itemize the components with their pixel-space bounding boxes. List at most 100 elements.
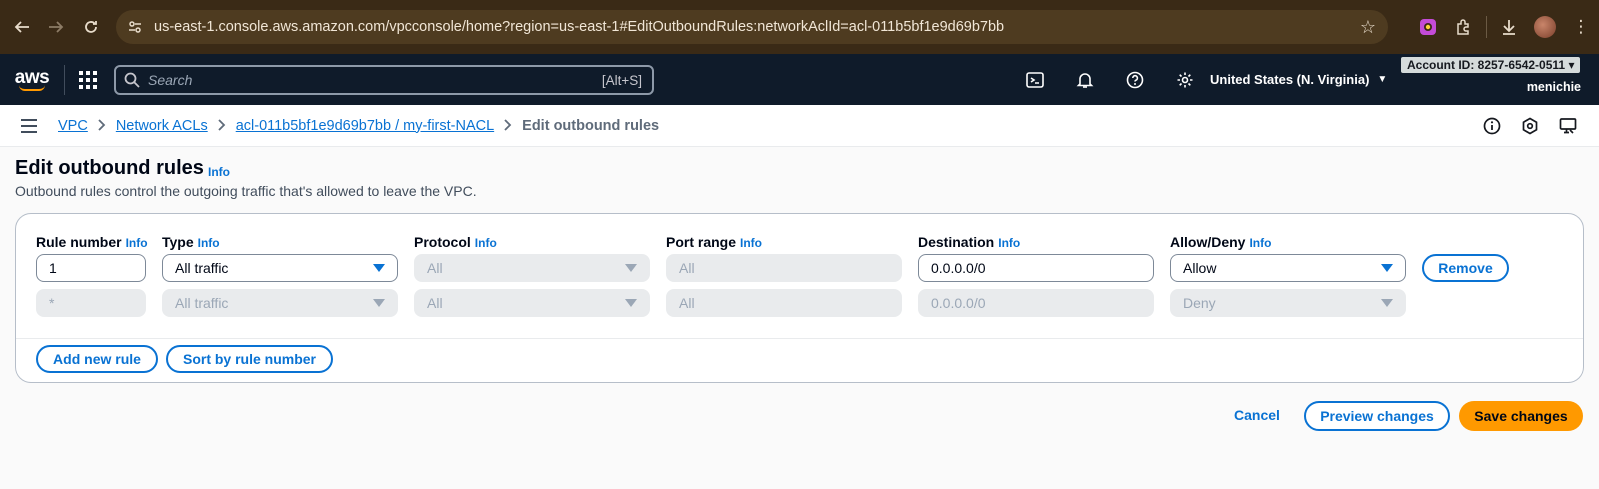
default-destination-input: 0.0.0.0/0 xyxy=(918,289,1154,317)
chevron-right-icon xyxy=(218,118,226,134)
default-type-select: All traffic xyxy=(162,289,398,317)
preview-changes-button[interactable]: Preview changes xyxy=(1304,401,1450,431)
default-allow-deny-value: Deny xyxy=(1183,295,1216,311)
bookmark-star-icon[interactable]: ☆ xyxy=(1348,17,1388,38)
protocol-header: Protocol Info xyxy=(414,234,497,250)
cancel-button[interactable]: Cancel xyxy=(1234,407,1280,423)
type-info-link[interactable]: Info xyxy=(198,236,220,250)
tutorial-panel-icon[interactable] xyxy=(1549,117,1587,135)
user-menu[interactable]: menichie xyxy=(1527,80,1581,94)
port-range-header: Port range Info xyxy=(666,234,762,250)
caret-down-icon xyxy=(625,264,637,272)
search-input[interactable]: Search [Alt+S] xyxy=(114,65,654,95)
allow-deny-select[interactable]: Allow xyxy=(1170,254,1406,282)
chevron-right-icon xyxy=(98,118,106,134)
url-text: us-east-1.console.aws.amazon.com/vpccons… xyxy=(154,19,1005,35)
rule-number-value: 1 xyxy=(49,260,57,276)
caret-down-icon xyxy=(1381,264,1393,272)
chevron-down-icon: ▼ xyxy=(1377,74,1388,85)
add-new-rule-button[interactable]: Add new rule xyxy=(36,345,158,373)
default-allow-deny-select: Deny xyxy=(1170,289,1406,317)
container-divider xyxy=(16,338,1583,339)
search-icon xyxy=(116,72,148,88)
region-selector[interactable]: United States (N. Virginia) ▼ xyxy=(1210,54,1387,105)
settings-gear-icon[interactable] xyxy=(1160,54,1210,105)
toolbar-separator xyxy=(1486,16,1487,38)
default-type-value: All traffic xyxy=(175,295,229,311)
allow-deny-header: Allow/Deny Info xyxy=(1170,234,1271,250)
breadcrumb-vpc[interactable]: VPC xyxy=(58,118,88,134)
destination-info-link[interactable]: Info xyxy=(998,236,1020,250)
download-icon[interactable] xyxy=(1491,10,1527,44)
profile-avatar[interactable] xyxy=(1527,10,1563,44)
rule-number-input[interactable]: 1 xyxy=(36,254,146,282)
protocol-select: All xyxy=(414,254,650,282)
site-settings-icon[interactable] xyxy=(116,19,154,35)
type-select[interactable]: All traffic xyxy=(162,254,398,282)
outbound-rules-container: Rule number Info Type Info Protocol Info Po… xyxy=(15,213,1584,383)
caret-down-icon xyxy=(625,299,637,307)
port-range-label: Port range xyxy=(666,234,737,250)
page-title: Edit outbound rules xyxy=(15,157,204,179)
services-grid-icon[interactable] xyxy=(65,70,111,89)
address-bar[interactable]: us-east-1.console.aws.amazon.com/vpccons… xyxy=(116,10,1388,44)
browser-toolbar: us-east-1.console.aws.amazon.com/vpccons… xyxy=(0,0,1599,54)
search-placeholder: Search xyxy=(148,72,193,88)
extensions-puzzle-icon[interactable] xyxy=(1446,10,1482,44)
destination-input[interactable]: 0.0.0.0/0 xyxy=(918,254,1154,282)
save-changes-button[interactable]: Save changes xyxy=(1459,401,1583,431)
sort-by-rule-number-button[interactable]: Sort by rule number xyxy=(166,345,333,373)
hamburger-menu-icon[interactable] xyxy=(0,118,58,133)
caret-down-icon xyxy=(373,264,385,272)
feedback-icon[interactable] xyxy=(1511,117,1549,135)
chevron-right-icon xyxy=(504,118,512,134)
default-rule-number-value: * xyxy=(49,295,55,311)
kebab-menu-icon[interactable]: ⋮ xyxy=(1563,10,1599,44)
page-info-link[interactable]: Info xyxy=(208,165,230,179)
default-rule-number-input: * xyxy=(36,289,146,317)
type-header: Type Info xyxy=(162,234,220,250)
page-description: Outbound rules control the outgoing traf… xyxy=(15,183,477,199)
allow-deny-label: Allow/Deny xyxy=(1170,234,1246,250)
allow-deny-value: Allow xyxy=(1183,260,1217,276)
cloudshell-icon[interactable] xyxy=(1010,54,1060,105)
allow-deny-info-link[interactable]: Info xyxy=(1249,236,1271,250)
breadcrumb-bar: VPC Network ACLs acl-011b5bf1e9d69b7bb /… xyxy=(0,105,1599,147)
breadcrumb-network-acls[interactable]: Network ACLs xyxy=(116,118,208,134)
default-protocol-select: All xyxy=(414,289,650,317)
caret-down-icon xyxy=(373,299,385,307)
breadcrumb: VPC Network ACLs acl-011b5bf1e9d69b7bb /… xyxy=(58,118,659,134)
search-shortcut: [Alt+S] xyxy=(601,72,642,88)
port-range-value: All xyxy=(679,260,695,276)
notifications-bell-icon[interactable] xyxy=(1060,54,1110,105)
breadcrumb-current: Edit outbound rules xyxy=(522,117,660,134)
destination-header: Destination Info xyxy=(918,234,1020,250)
info-panel-icon[interactable] xyxy=(1473,117,1511,135)
default-destination-value: 0.0.0.0/0 xyxy=(931,295,986,311)
account-id-text: Account ID: 8257-6542-0511 xyxy=(1407,58,1566,72)
port-range-info-link[interactable]: Info xyxy=(740,236,762,250)
region-label: United States (N. Virginia) xyxy=(1210,72,1370,87)
remove-rule-button[interactable]: Remove xyxy=(1422,254,1509,282)
breadcrumb-acl-id[interactable]: acl-011b5bf1e9d69b7bb / my-first-NACL xyxy=(236,118,494,134)
aws-top-navigation: aws Search [Alt+S] United States (N. Vir xyxy=(0,54,1599,105)
protocol-info-link[interactable]: Info xyxy=(475,236,497,250)
reload-icon[interactable] xyxy=(73,9,109,45)
aws-logo-text: aws xyxy=(14,66,50,88)
forward-icon[interactable] xyxy=(38,9,74,45)
rule-number-label: Rule number xyxy=(36,234,122,250)
rule-number-info-link[interactable]: Info xyxy=(126,236,148,250)
port-range-input: All xyxy=(666,254,902,282)
type-value: All traffic xyxy=(175,260,229,276)
aws-smile-icon xyxy=(19,85,45,91)
help-icon[interactable] xyxy=(1110,54,1160,105)
default-port-range-input: All xyxy=(666,289,902,317)
default-protocol-value: All xyxy=(427,295,443,311)
aws-logo[interactable]: aws xyxy=(0,54,64,105)
chevron-down-icon: ▾ xyxy=(1568,58,1575,72)
protocol-value: All xyxy=(427,260,443,276)
account-id-badge[interactable]: Account ID: 8257-6542-0511 ▾ xyxy=(1401,57,1581,73)
caret-down-icon xyxy=(1381,299,1393,307)
back-icon[interactable] xyxy=(4,9,40,45)
extension-colorful-icon[interactable] xyxy=(1410,10,1446,44)
